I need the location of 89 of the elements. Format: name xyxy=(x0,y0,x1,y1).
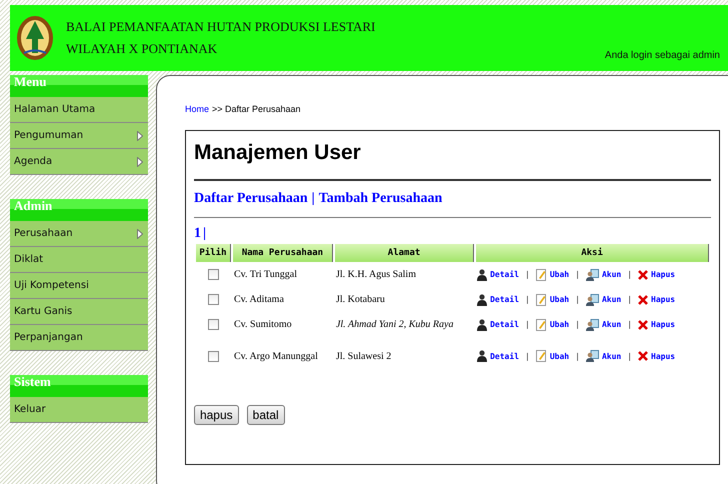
separator: | xyxy=(627,352,632,360)
menu-item[interactable]: Uji Kompetensi xyxy=(10,273,148,299)
user-card-icon xyxy=(586,350,599,362)
action-link[interactable]: Hapus xyxy=(651,352,676,360)
action-link[interactable]: Ubah xyxy=(550,295,570,304)
action-link[interactable]: Detail xyxy=(490,295,520,304)
action-link[interactable]: Ubah xyxy=(550,320,570,329)
action-link[interactable]: Detail xyxy=(490,270,520,279)
page-title: Manajemen User xyxy=(194,141,362,166)
address: Jl. K.H. Agus Salim xyxy=(336,269,416,280)
action-link[interactable]: Detail xyxy=(490,352,520,360)
menu-item[interactable]: Halaman Utama xyxy=(10,97,148,123)
separator: | xyxy=(525,270,530,279)
address: Jl. Sulawesi 2 xyxy=(336,350,392,362)
page-link[interactable]: 1 xyxy=(194,226,201,242)
action-link[interactable]: Ubah xyxy=(550,352,570,360)
row-checkbox[interactable] xyxy=(208,350,219,362)
row-checkbox[interactable] xyxy=(208,269,219,280)
separator: | xyxy=(627,295,632,304)
user-card-icon xyxy=(586,268,599,280)
arrow-icon xyxy=(136,156,143,166)
person-icon xyxy=(477,268,488,280)
pencil-note-icon xyxy=(536,268,547,280)
login-status: Anda login sebagai admin xyxy=(604,50,720,61)
address: Jl. Kotabaru xyxy=(336,294,385,305)
row-checkbox[interactable] xyxy=(208,294,219,305)
cross-icon xyxy=(638,294,648,304)
column-header: Alamat xyxy=(334,244,474,262)
pencil-note-icon xyxy=(536,350,547,362)
arrow-icon xyxy=(136,228,143,238)
separator: | xyxy=(525,320,530,329)
pencil-note-icon xyxy=(536,318,547,330)
separator: | xyxy=(575,320,580,329)
person-icon xyxy=(477,318,488,330)
cross-icon xyxy=(638,320,648,330)
separator: | xyxy=(525,295,530,304)
menu-item[interactable]: Pengumuman xyxy=(10,123,148,149)
menu-item[interactable]: Agenda xyxy=(10,149,148,175)
separator: | xyxy=(525,352,530,360)
cross-icon xyxy=(638,351,648,361)
company-name: Cv. Sumitomo xyxy=(234,319,292,330)
menu-heading: Menu xyxy=(10,75,148,97)
action-link[interactable]: Hapus xyxy=(651,320,676,329)
menu-item[interactable]: Perpanjangan xyxy=(10,325,148,351)
separator: | xyxy=(575,352,580,360)
home-link[interactable]: Home xyxy=(184,104,209,114)
breadcrumb-text: >> Daftar Perusahaan xyxy=(212,104,301,114)
nav-link[interactable]: Tambah Perusahaan xyxy=(318,191,442,207)
menu-item[interactable]: Kartu Ganis xyxy=(10,299,148,325)
pencil-note-icon xyxy=(536,294,547,306)
site-title: BALAI PEMANFAATAN HUTAN PRODUKSI LESTARI xyxy=(66,18,376,36)
user-card-icon xyxy=(586,318,599,330)
column-header: Nama Perusahaan xyxy=(232,244,333,262)
person-icon xyxy=(477,350,488,362)
company-name: Cv. Aditama xyxy=(234,294,284,305)
separator: | xyxy=(627,320,632,329)
separator: | xyxy=(575,295,580,304)
address: Jl. Ahmad Yani 2, Kubu Raya xyxy=(336,319,454,330)
separator: | xyxy=(312,191,315,207)
cross-icon xyxy=(638,270,648,280)
form-button[interactable]: batal xyxy=(246,405,285,425)
arrow-icon xyxy=(136,130,143,140)
form-button[interactable]: hapus xyxy=(194,405,239,425)
menu-item[interactable]: Diklat xyxy=(10,247,148,273)
menu-heading: Sistem xyxy=(10,375,148,397)
action-link[interactable]: Ubah xyxy=(550,270,570,279)
column-header: Aksi xyxy=(476,244,709,262)
nav-link[interactable]: Daftar Perusahaan xyxy=(194,191,308,207)
menu-item[interactable]: Keluar xyxy=(10,397,148,423)
tree-emblem-icon xyxy=(16,15,54,61)
separator: | xyxy=(627,270,632,279)
action-link[interactable]: Akun xyxy=(602,320,622,329)
action-link[interactable]: Detail xyxy=(490,320,520,329)
company-name: Cv. Tri Tunggal xyxy=(234,269,297,280)
action-link[interactable]: Akun xyxy=(602,295,622,304)
user-card-icon xyxy=(586,294,599,306)
menu-heading: Admin xyxy=(10,199,148,221)
site-title: WILAYAH X PONTIANAK xyxy=(66,40,218,58)
row-checkbox[interactable] xyxy=(208,319,219,330)
person-icon xyxy=(477,294,488,306)
action-link[interactable]: Akun xyxy=(602,270,622,279)
separator: | xyxy=(202,226,206,242)
menu-item[interactable]: Perusahaan xyxy=(10,221,148,247)
action-link[interactable]: Akun xyxy=(602,352,622,360)
action-link[interactable]: Hapus xyxy=(651,295,676,304)
separator: | xyxy=(575,270,580,279)
company-name: Cv. Argo Manunggal xyxy=(234,350,318,362)
action-link[interactable]: Hapus xyxy=(651,270,676,279)
column-header: Pilih xyxy=(196,244,231,262)
